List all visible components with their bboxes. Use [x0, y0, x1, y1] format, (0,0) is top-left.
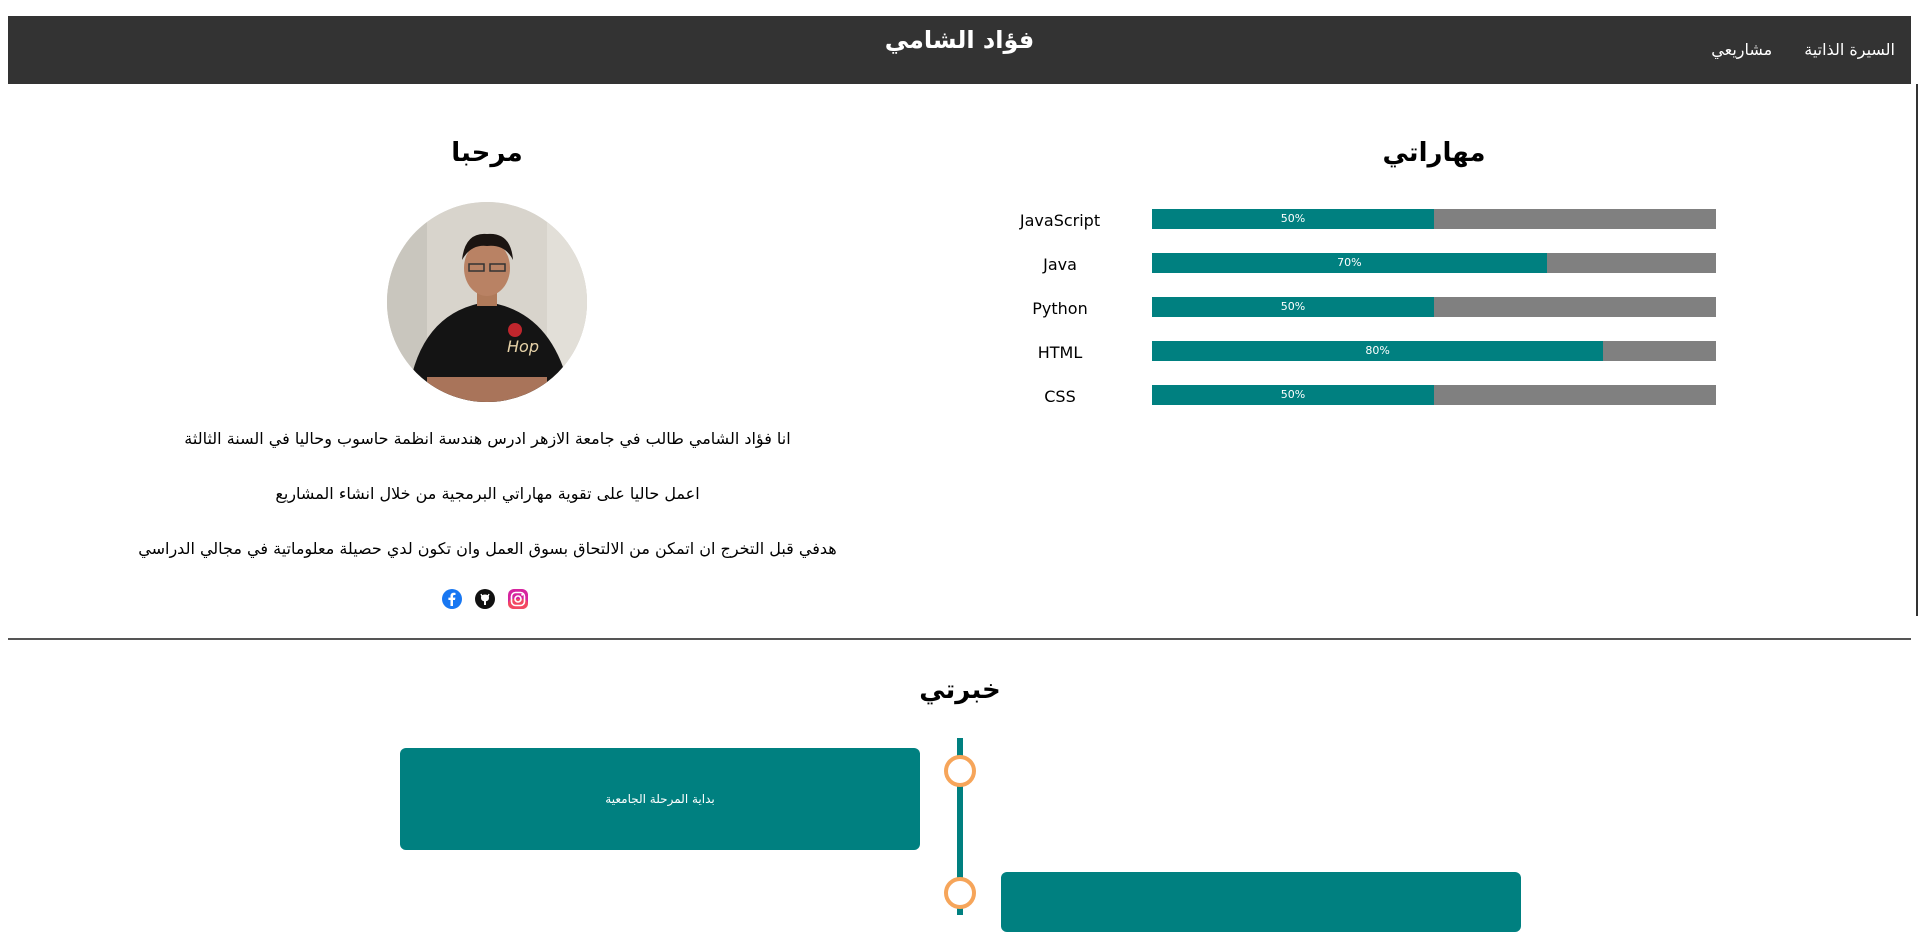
timeline-card	[1001, 872, 1521, 932]
skill-bar-track: 50%	[1152, 297, 1716, 317]
site-title: فؤاد الشامي	[884, 26, 1035, 54]
main-nav: السيرة الذاتية مشاريعي	[1711, 40, 1895, 59]
timeline-card: بداية المرحلة الجامعية	[400, 748, 920, 850]
skill-bar-fill: 80%	[1152, 341, 1604, 361]
facebook-icon[interactable]	[441, 588, 463, 610]
skill-bar-fill: 50%	[1152, 385, 1434, 405]
skill-bar-track: 70%	[1152, 253, 1716, 273]
skill-name: Java	[1043, 255, 1077, 274]
skill-bar-track: 80%	[1152, 341, 1716, 361]
instagram-icon[interactable]	[507, 588, 529, 610]
skill-bar-fill: 50%	[1152, 297, 1434, 317]
experience-heading: خبرتي	[919, 675, 1001, 705]
skill-row: JavaScript 50%	[1000, 209, 1720, 231]
timeline-dot	[944, 755, 976, 787]
github-icon[interactable]	[474, 588, 496, 610]
skill-row: CSS 50%	[1000, 385, 1720, 407]
nav-link-projects[interactable]: مشاريعي	[1711, 40, 1772, 59]
about-heading: مرحبا	[451, 138, 523, 168]
skill-bar-fill: 70%	[1152, 253, 1547, 273]
skill-row: Java 70%	[1000, 253, 1720, 275]
skill-name: JavaScript	[1019, 211, 1101, 230]
section-divider-vertical	[1916, 84, 1918, 616]
skill-bar-track: 50%	[1152, 385, 1716, 405]
social-links	[441, 588, 529, 610]
bio-line-3: هدفي قبل التخرج ان اتمكن من الالتحاق بسو…	[138, 539, 837, 558]
skill-row: Python 50%	[1000, 297, 1720, 319]
skill-name: HTML	[1037, 343, 1083, 362]
skill-bar-fill: 50%	[1152, 209, 1434, 229]
nav-link-cv[interactable]: السيرة الذاتية	[1804, 40, 1895, 59]
top-navbar: فؤاد الشامي السيرة الذاتية مشاريعي	[8, 16, 1911, 84]
timeline-dot	[944, 877, 976, 909]
skill-row: HTML 80%	[1000, 341, 1720, 363]
skill-bar-track: 50%	[1152, 209, 1716, 229]
svg-text:Hop: Hop	[507, 337, 539, 356]
bio-line-2: اعمل حاليا على تقوية مهاراتي البرمجية من…	[275, 484, 700, 503]
bio-line-1: انا فؤاد الشامي طالب في جامعة الازهر ادر…	[184, 429, 791, 448]
skill-name: Python	[1032, 299, 1088, 318]
section-divider	[8, 638, 1911, 640]
skill-name: CSS	[1044, 387, 1076, 406]
skills-heading: مهاراتي	[1382, 138, 1486, 168]
profile-photo: Hop	[387, 202, 587, 402]
